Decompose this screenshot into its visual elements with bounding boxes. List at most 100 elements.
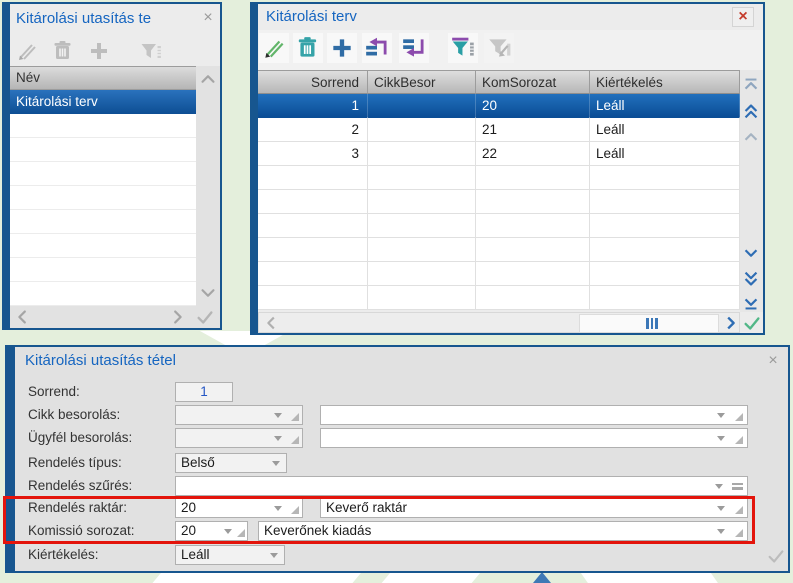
filter-clear-icon xyxy=(489,39,511,57)
scroll-right-button[interactable] xyxy=(166,306,188,328)
komissio-sorozat-name-combo[interactable]: Keverőnek kiadás xyxy=(258,521,748,541)
move-in-button[interactable] xyxy=(362,33,392,63)
chevron-right-icon xyxy=(727,316,735,330)
list-header-nev: Név xyxy=(10,66,196,90)
chevron-down-icon[interactable] xyxy=(717,413,725,418)
chevron-down-icon[interactable] xyxy=(270,553,278,558)
toolbar xyxy=(258,30,763,70)
filter-button[interactable] xyxy=(448,33,478,63)
field-label-kiertekeles: Kiértékelés: xyxy=(28,547,99,562)
resize-grip-icon[interactable] xyxy=(735,413,743,421)
equals-icon[interactable] xyxy=(732,483,743,492)
arrow-export-icon xyxy=(403,39,424,57)
delete-button[interactable] xyxy=(48,36,78,66)
page-down-button[interactable] xyxy=(740,268,762,290)
column-header-kiertekeles[interactable]: Kiértékelés xyxy=(590,70,740,94)
move-out-button[interactable] xyxy=(399,33,429,63)
chevron-down-icon xyxy=(201,289,215,297)
table-row[interactable]: 3 22 Leáll xyxy=(258,142,740,166)
filter-button[interactable] xyxy=(136,36,166,66)
chevron-down-icon[interactable] xyxy=(717,506,725,511)
resize-grip-icon[interactable] xyxy=(291,436,299,444)
cikk-besorolas-code-combo[interactable] xyxy=(175,405,303,425)
scroll-up-button[interactable] xyxy=(740,126,762,148)
page-title: Kitárolási utasítás tétel xyxy=(25,352,176,369)
cell-cikkbesor xyxy=(368,94,476,118)
ugyfel-besorolas-code-combo[interactable] xyxy=(175,428,303,448)
add-button[interactable] xyxy=(84,36,114,66)
list-item-selected[interactable]: Kitárolási terv xyxy=(10,90,196,114)
scroll-up-button[interactable] xyxy=(197,68,219,90)
scroll-left-button[interactable] xyxy=(261,312,283,334)
chevron-down-icon[interactable] xyxy=(274,413,282,418)
check-icon xyxy=(197,311,213,324)
resize-grip-icon[interactable] xyxy=(291,413,299,421)
chevron-down-icon[interactable] xyxy=(715,484,723,489)
chevron-left-icon xyxy=(18,310,26,324)
table-row[interactable]: 1 20 Leáll xyxy=(258,94,740,118)
resize-grip-icon[interactable] xyxy=(735,506,743,514)
cikk-besorolas-name-combo[interactable] xyxy=(320,405,748,425)
chevron-down-icon[interactable] xyxy=(274,506,282,511)
scroll-right-button[interactable] xyxy=(719,312,741,334)
scroll-left-button[interactable] xyxy=(12,306,34,328)
table-row-empty xyxy=(258,190,740,214)
column-header-cikkbesor[interactable]: CikkBesor xyxy=(368,70,476,94)
field-label-sorrend: Sorrend: xyxy=(28,384,80,399)
combo-value: Leáll xyxy=(181,547,210,562)
chevron-down-icon[interactable] xyxy=(224,529,232,534)
cell-sorrend: 3 xyxy=(258,142,368,166)
resize-grip-icon[interactable] xyxy=(237,529,245,537)
check-icon xyxy=(768,550,784,563)
sorrend-field[interactable]: 1 xyxy=(175,382,233,402)
confirm-button[interactable] xyxy=(741,312,763,334)
rendeles-raktar-code-combo[interactable]: 20 xyxy=(175,498,303,518)
kiertekeles-combo[interactable]: Leáll xyxy=(175,545,285,565)
resize-grip-icon[interactable] xyxy=(735,436,743,444)
komissio-sorozat-code-combo[interactable]: 20 xyxy=(175,521,248,541)
scroll-down-button[interactable] xyxy=(740,242,762,264)
panel-instruction-list: Kitárolási utasítás te × Név Kitárolási … xyxy=(2,2,222,330)
field-label-rendeles-raktar: Rendelés raktár: xyxy=(28,500,128,515)
trash-icon xyxy=(298,37,317,57)
horizontal-scrollbar[interactable] xyxy=(258,312,740,333)
scroll-top-button[interactable] xyxy=(740,74,762,96)
vertical-scrollbar[interactable] xyxy=(196,66,220,306)
horizontal-scrollbar[interactable] xyxy=(10,306,220,328)
plus-icon xyxy=(333,39,351,57)
field-label-cikk-besorolas: Cikk besorolás: xyxy=(28,407,121,422)
filter-clear-button[interactable] xyxy=(484,33,514,63)
rendeles-raktar-name-combo[interactable]: Keverő raktár xyxy=(320,498,748,518)
plan-table: Sorrend CikkBesor KomSorozat Kiértékelés… xyxy=(258,70,740,310)
confirm-button xyxy=(765,545,787,567)
scroll-down-button[interactable] xyxy=(197,282,219,304)
close-icon[interactable]: × xyxy=(198,9,218,27)
plus-icon xyxy=(91,43,107,59)
cell-komsorozat: 20 xyxy=(476,94,590,118)
resize-grip-icon[interactable] xyxy=(735,529,743,537)
close-icon[interactable]: × xyxy=(732,7,754,27)
ugyfel-besorolas-name-combo[interactable] xyxy=(320,428,748,448)
rendeles-tipus-combo[interactable]: Belső xyxy=(175,453,287,473)
chevron-down-icon[interactable] xyxy=(272,461,280,466)
add-button[interactable] xyxy=(327,33,357,63)
scroll-bottom-button[interactable] xyxy=(740,292,762,314)
column-header-sorrend[interactable]: Sorrend xyxy=(258,70,368,94)
hscroll-thumb-grip xyxy=(646,318,659,329)
chevron-down-icon[interactable] xyxy=(717,529,725,534)
page-up-button[interactable] xyxy=(740,100,762,122)
close-icon[interactable]: × xyxy=(763,352,783,370)
edit-button[interactable] xyxy=(259,33,289,63)
chevron-up-icon xyxy=(744,133,758,141)
rendeles-szures-field[interactable] xyxy=(175,476,748,496)
chevron-down-icon[interactable] xyxy=(717,436,725,441)
column-header-komsorozat[interactable]: KomSorozat xyxy=(476,70,590,94)
vertical-scrollbar[interactable] xyxy=(740,70,763,312)
edit-button[interactable] xyxy=(12,36,42,66)
table-row[interactable]: 2 21 Leáll xyxy=(258,118,740,142)
cell-cikkbesor xyxy=(368,118,476,142)
hscroll-thumb[interactable] xyxy=(579,314,719,333)
resize-grip-icon[interactable] xyxy=(291,506,299,514)
delete-button[interactable] xyxy=(293,33,323,63)
chevron-down-icon[interactable] xyxy=(274,436,282,441)
